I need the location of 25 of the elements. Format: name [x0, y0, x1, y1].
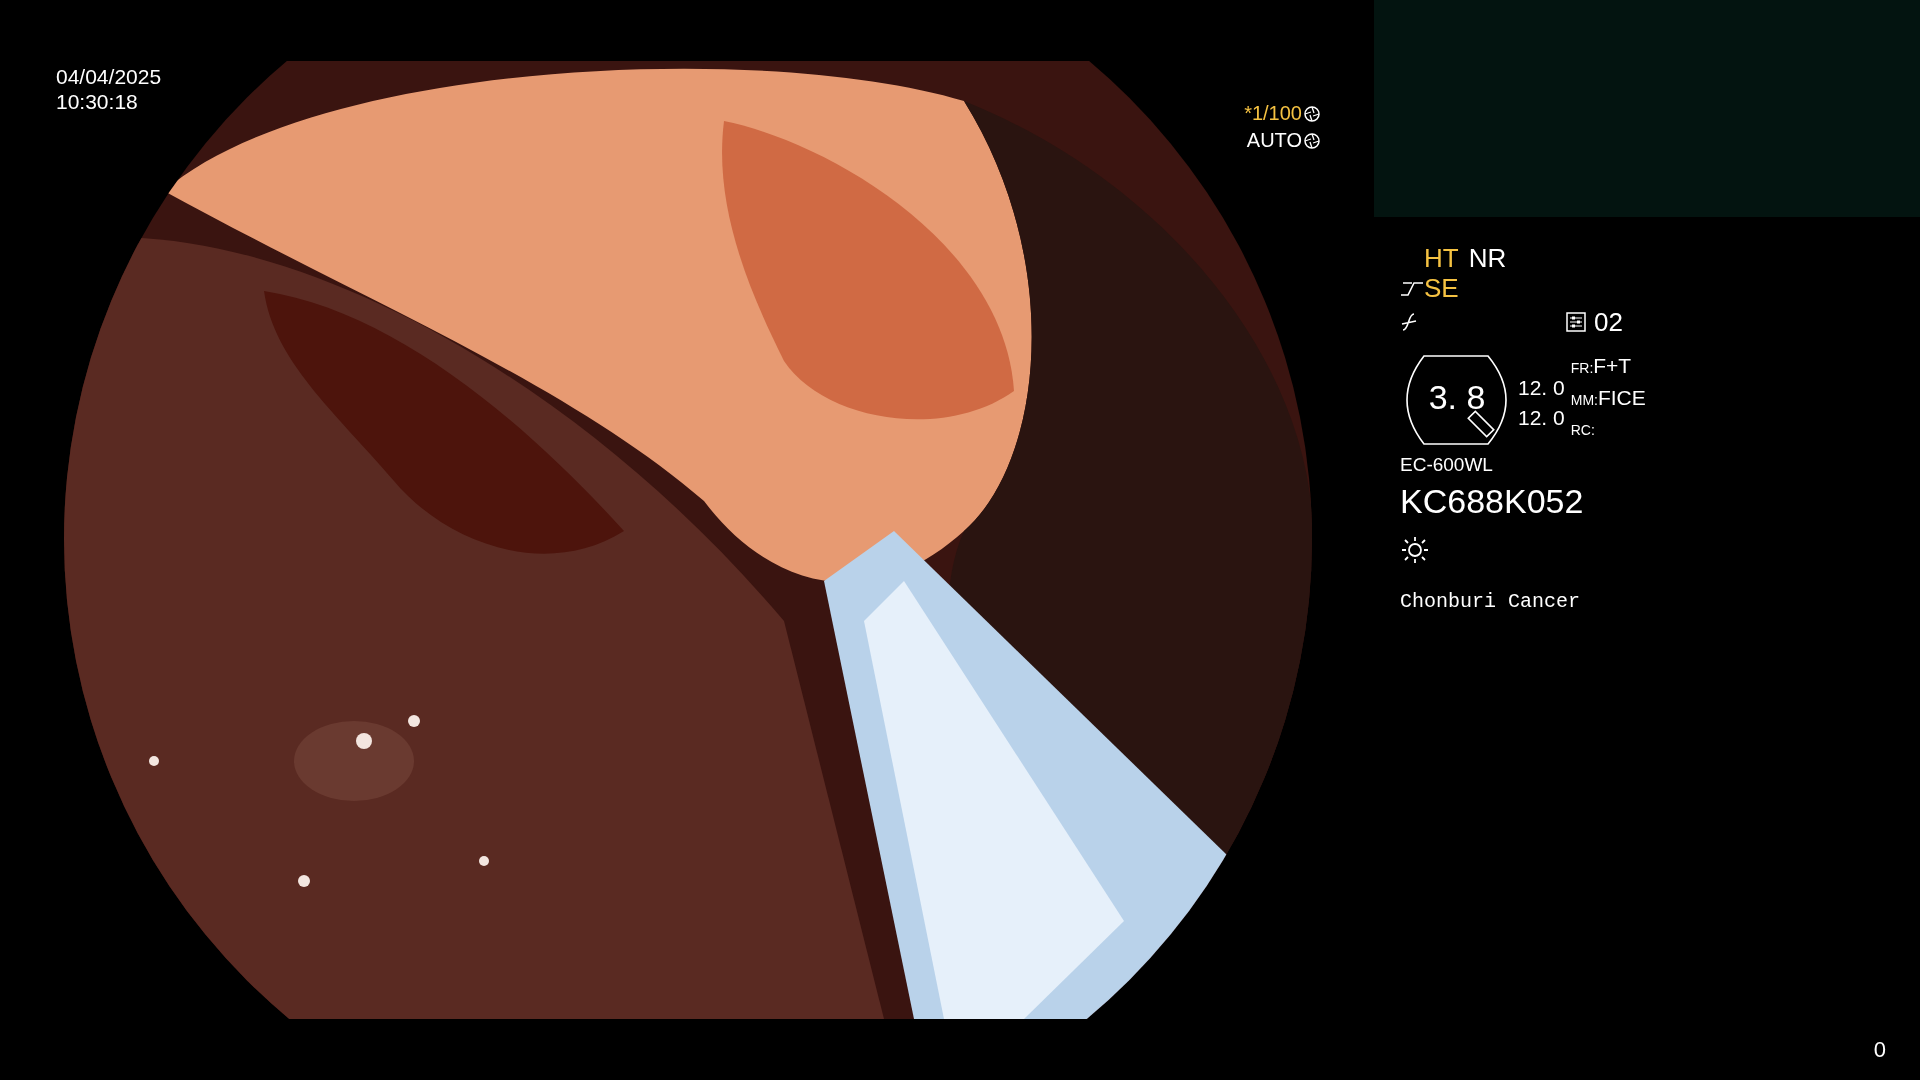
scope-model: EC-600WL — [1400, 453, 1494, 477]
mode-label: NR — [1468, 243, 1507, 273]
setting-value: F+T — [1593, 353, 1632, 379]
setting-value: FICE — [1597, 385, 1646, 411]
sliders-icon — [1566, 312, 1586, 332]
zoom-reading: 12. 0 — [1518, 375, 1565, 401]
setting-key: RC: — [1570, 415, 1595, 445]
time-text: 10:30:18 — [56, 89, 139, 114]
shutter-speed-text: *1/100 — [1244, 101, 1302, 126]
date-text: 04/04/2025 — [56, 64, 162, 89]
shutter-icon — [1304, 105, 1320, 122]
setting-key: FR: — [1570, 353, 1594, 383]
mode-label: HT — [1424, 243, 1459, 273]
zoom-reading: 12. 0 — [1518, 405, 1565, 431]
preset-number: 02 — [1594, 305, 1623, 339]
iris-icon — [1304, 132, 1320, 149]
institution-name: Chonburi Cancer — [1400, 589, 1582, 615]
iris-mode-text: AUTO — [1246, 128, 1302, 153]
setting-key: MM: — [1570, 385, 1598, 415]
frame-counter: 0 — [1873, 1036, 1886, 1064]
scope-serial: KC688K052 — [1400, 481, 1585, 521]
slashed-curve-icon — [1400, 312, 1418, 332]
structure-curve-icon — [1400, 279, 1424, 297]
zoom-value: 3. 8 — [1428, 376, 1486, 418]
enhancement-label: SE — [1424, 273, 1459, 303]
